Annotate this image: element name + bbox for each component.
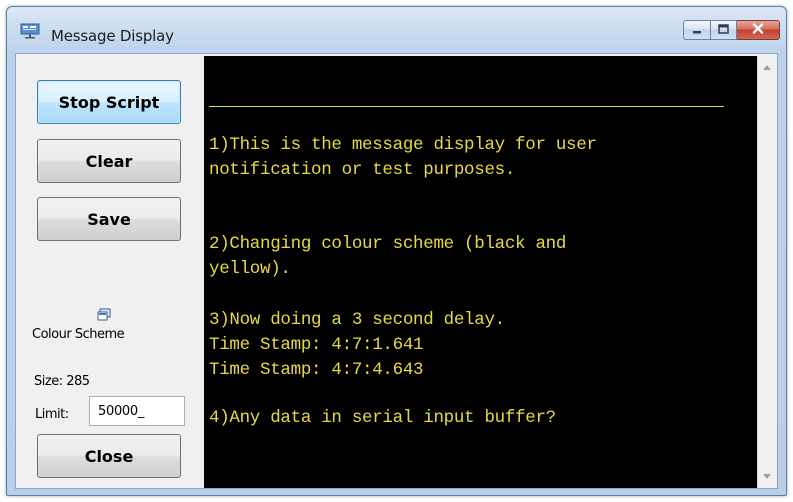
- close-window-button[interactable]: [737, 20, 780, 40]
- close-button[interactable]: Close: [37, 434, 181, 478]
- scroll-down-icon[interactable]: [763, 474, 771, 479]
- limit-input[interactable]: [89, 396, 185, 426]
- vertical-scrollbar[interactable]: [757, 56, 777, 488]
- maximize-button[interactable]: [711, 20, 737, 40]
- console-line: 2)Changing colour scheme (black and: [209, 234, 567, 254]
- console-line: 1)This is the message display for user: [209, 135, 597, 155]
- maximize-icon: [718, 21, 729, 39]
- caption-buttons: [683, 20, 780, 40]
- colour-scheme-icon[interactable]: [97, 308, 111, 322]
- colour-scheme-label[interactable]: Colour Scheme: [32, 327, 125, 342]
- console-line: 3)Now doing a 3 second delay.: [209, 310, 505, 330]
- console-line: Time Stamp: 4:7:1.641: [209, 335, 424, 355]
- stop-script-button[interactable]: Stop Script: [37, 80, 181, 124]
- clear-button[interactable]: Clear: [37, 139, 181, 183]
- console-divider: [209, 106, 724, 107]
- display-window-icon: [20, 23, 40, 39]
- client-area: Stop Script Clear Save Colour Scheme Siz…: [15, 53, 778, 489]
- console-line: yellow).: [209, 259, 291, 279]
- window-title: Message Display: [51, 27, 174, 45]
- message-display-window: Message Display Stop Script Clear Save C…: [6, 6, 787, 496]
- minimize-button[interactable]: [683, 20, 711, 40]
- console-line: Time Stamp: 4:7:4.643: [209, 360, 424, 380]
- message-console[interactable]: 1)This is the message display for user n…: [204, 56, 757, 488]
- title-bar[interactable]: Message Display: [7, 7, 786, 53]
- console-line: 4)Any data in serial input buffer?: [209, 408, 556, 428]
- console-line: notification or test purposes.: [209, 160, 516, 180]
- size-label: Size: 285: [34, 374, 90, 389]
- close-icon: [752, 21, 764, 39]
- save-button[interactable]: Save: [37, 197, 181, 241]
- limit-label: Limit:: [35, 407, 69, 422]
- scroll-up-icon[interactable]: [763, 65, 771, 70]
- minimize-icon: [692, 21, 702, 39]
